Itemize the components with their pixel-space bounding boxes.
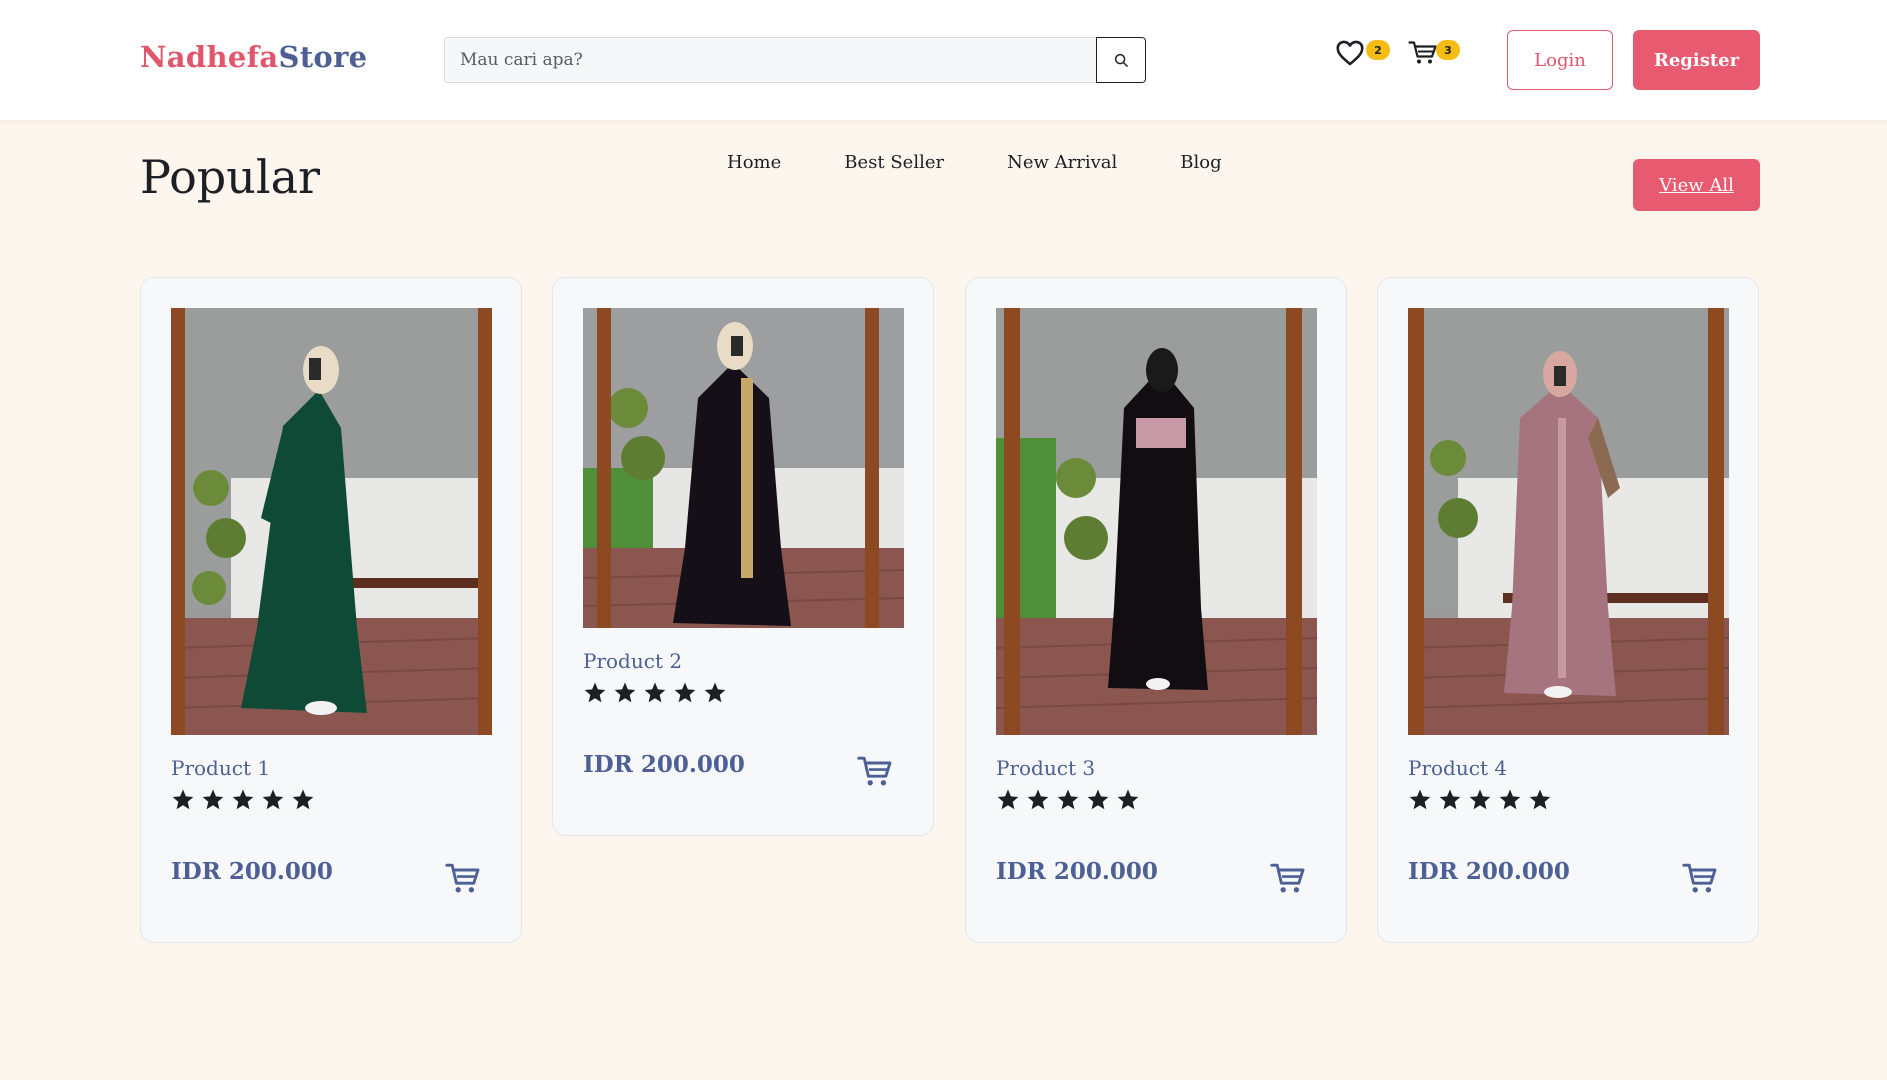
nav-new-arrival[interactable]: New Arrival: [1007, 152, 1117, 173]
product-photo[interactable]: [1408, 308, 1729, 735]
site-header: NadhefaStore 2 3 Login Register: [0, 0, 1887, 120]
search-icon: [1114, 53, 1128, 67]
wishlist-button[interactable]: 2: [1336, 40, 1390, 66]
cart-count-badge: 3: [1436, 40, 1460, 60]
product-card[interactable]: Product 3 IDR 200.000: [965, 277, 1347, 943]
cart-icon: [1682, 863, 1717, 893]
product-name[interactable]: Product 2: [583, 649, 682, 673]
star-icon: [262, 789, 284, 810]
brand-name-part1: Nadhefa: [140, 40, 279, 74]
product-name[interactable]: Product 4: [1408, 756, 1507, 780]
nav-best-seller[interactable]: Best Seller: [844, 152, 944, 173]
nav-blog[interactable]: Blog: [1180, 152, 1221, 173]
product-name[interactable]: Product 1: [171, 756, 270, 780]
star-icon: [614, 682, 636, 703]
product-card[interactable]: Product 4 IDR 200.000: [1377, 277, 1759, 943]
product-photo[interactable]: [171, 308, 492, 735]
cart-icon: [1270, 863, 1305, 893]
star-icon: [704, 682, 726, 703]
rating-stars: [171, 788, 315, 812]
star-icon: [1529, 789, 1551, 810]
register-button[interactable]: Register: [1633, 30, 1760, 90]
product-name[interactable]: Product 3: [996, 756, 1095, 780]
search-button[interactable]: [1096, 37, 1146, 83]
star-icon: [1499, 789, 1521, 810]
product-price: IDR 200.000: [1408, 858, 1570, 885]
star-icon: [232, 789, 254, 810]
product-card[interactable]: Product 2 IDR 200.000: [552, 277, 934, 836]
star-icon: [674, 682, 696, 703]
star-icon: [1469, 789, 1491, 810]
category-nav: Home Best Seller New Arrival Blog: [727, 152, 1285, 173]
star-icon: [1087, 789, 1109, 810]
search-input[interactable]: [444, 37, 1096, 83]
cart-icon: [857, 756, 892, 786]
star-icon: [1117, 789, 1139, 810]
star-icon: [1057, 789, 1079, 810]
star-icon: [1409, 789, 1431, 810]
product-price: IDR 200.000: [583, 751, 745, 778]
add-to-cart-button[interactable]: [1682, 862, 1718, 896]
product-photo[interactable]: [583, 308, 904, 628]
wishlist-count-badge: 2: [1366, 40, 1390, 60]
rating-stars: [1408, 788, 1552, 812]
product-price: IDR 200.000: [996, 858, 1158, 885]
add-to-cart-button[interactable]: [445, 862, 481, 896]
rating-stars: [996, 788, 1140, 812]
star-icon: [584, 682, 606, 703]
product-card[interactable]: Product 1 IDR 200.000: [140, 277, 522, 943]
product-price: IDR 200.000: [171, 858, 333, 885]
brand-logo[interactable]: NadhefaStore: [140, 40, 367, 74]
cart-icon: [445, 863, 480, 893]
product-photo[interactable]: [996, 308, 1317, 735]
star-icon: [202, 789, 224, 810]
section-title: Popular: [140, 150, 320, 204]
star-icon: [1439, 789, 1461, 810]
search-bar: [444, 37, 1146, 83]
login-button[interactable]: Login: [1507, 30, 1613, 90]
brand-name-part2: Store: [278, 40, 368, 74]
star-icon: [292, 789, 314, 810]
heart-icon: [1336, 40, 1364, 66]
rating-stars: [583, 681, 727, 705]
star-icon: [644, 682, 666, 703]
view-all-button[interactable]: View All: [1633, 159, 1760, 211]
star-icon: [172, 789, 194, 810]
nav-home[interactable]: Home: [727, 152, 781, 173]
cart-button[interactable]: 3: [1408, 40, 1460, 66]
add-to-cart-button[interactable]: [857, 755, 893, 789]
cart-icon: [1408, 41, 1437, 64]
star-icon: [997, 789, 1019, 810]
star-icon: [1027, 789, 1049, 810]
add-to-cart-button[interactable]: [1270, 862, 1306, 896]
